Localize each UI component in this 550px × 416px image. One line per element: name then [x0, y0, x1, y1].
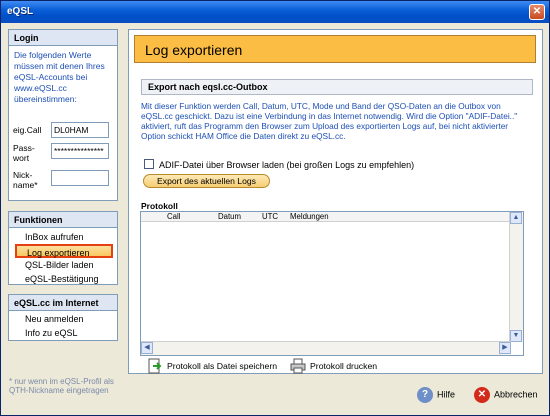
- scroll-up-icon[interactable]: ▲: [510, 212, 522, 224]
- description-text: Mit dieser Funktion werden Call, Datum, …: [141, 101, 518, 141]
- save-protocol-button[interactable]: Protokoll als Datei speichern: [147, 358, 277, 374]
- password-label: Pass-wort: [13, 143, 35, 163]
- col-call[interactable]: Call: [167, 212, 180, 221]
- functions-heading: Funktionen: [9, 212, 117, 228]
- adif-browser-option[interactable]: ADIF-Datei über Browser laden (bei große…: [144, 159, 414, 170]
- internet-panel: eQSL.cc im Internet Neu anmelden Info zu…: [8, 294, 118, 341]
- cancel-icon: ✕: [474, 387, 490, 403]
- col-utc[interactable]: UTC: [262, 212, 278, 221]
- vertical-scrollbar[interactable]: ▲ ▼: [509, 212, 523, 342]
- functions-panel: Funktionen InBox aufrufen Log exportiere…: [8, 211, 118, 285]
- adif-checkbox[interactable]: [144, 159, 154, 169]
- close-window-button[interactable]: ✕: [529, 4, 545, 20]
- cancel-button[interactable]: ✕ Abbrechen: [474, 387, 538, 403]
- print-protocol-button[interactable]: Protokoll drucken: [290, 358, 377, 374]
- protocol-list[interactable]: Call Datum UTC Meldungen ▲ ▼ ◀ ▶: [140, 211, 524, 356]
- help-label: Hilfe: [437, 389, 456, 400]
- print-protocol-label: Protokoll drucken: [310, 361, 378, 371]
- main-panel: Log exportieren Export nach eqsl.cc-Outb…: [128, 29, 543, 374]
- help-button[interactable]: ? Hilfe: [417, 387, 455, 403]
- export-log-button[interactable]: Export des aktuellen Logs: [143, 174, 270, 188]
- login-info-text: Die folgenden Werte müssen mit denen Ihr…: [14, 50, 105, 104]
- login-panel: Login Die folgenden Werte müssen mit den…: [8, 29, 118, 201]
- protocol-columns: Call Datum UTC Meldungen: [141, 212, 509, 222]
- call-input[interactable]: [51, 122, 109, 138]
- scroll-left-icon[interactable]: ◀: [141, 342, 153, 354]
- nav-log-export[interactable]: Log exportieren: [15, 244, 113, 258]
- password-input[interactable]: [51, 143, 109, 159]
- app-window: eQSL ✕ Login Die folgenden Werte müssen …: [0, 0, 550, 416]
- close-icon: ✕: [532, 6, 542, 17]
- save-file-icon: [147, 358, 163, 374]
- nickname-label: Nick-name*: [13, 170, 38, 190]
- login-heading: Login: [9, 30, 117, 46]
- cancel-label: Abbrechen: [494, 389, 538, 400]
- internet-heading: eQSL.cc im Internet: [9, 295, 117, 311]
- window-title: eQSL: [7, 6, 34, 17]
- help-icon: ?: [417, 387, 433, 403]
- col-messages[interactable]: Meldungen: [290, 212, 329, 221]
- scroll-right-icon[interactable]: ▶: [499, 342, 511, 354]
- nav-register[interactable]: Neu anmelden: [9, 312, 117, 326]
- save-protocol-label: Protokoll als Datei speichern: [167, 361, 278, 371]
- horizontal-scrollbar[interactable]: ◀ ▶: [141, 341, 511, 355]
- nickname-input[interactable]: [51, 170, 109, 186]
- nav-inbox[interactable]: InBox aufrufen: [9, 230, 117, 244]
- nav-eqsl-info[interactable]: Info zu eQSL: [9, 326, 117, 340]
- scroll-down-icon[interactable]: ▼: [510, 330, 522, 342]
- col-date[interactable]: Datum: [218, 212, 241, 221]
- nav-eqsl-confirm[interactable]: eQSL-Bestätigung: [9, 272, 117, 286]
- protocol-label: Protokoll: [141, 201, 178, 211]
- title-bar[interactable]: eQSL ✕: [1, 1, 549, 23]
- page-title: Log exportieren: [134, 35, 536, 63]
- adif-checkbox-label: ADIF-Datei über Browser laden (bei große…: [159, 160, 415, 170]
- nav-qsl-images[interactable]: QSL-Bilder laden: [9, 258, 117, 272]
- call-label: eig.Call: [13, 125, 42, 135]
- printer-icon: [290, 358, 306, 374]
- footnote: * nur wenn im eQSL-Profil als QTH-Nickna…: [9, 377, 114, 395]
- section-title: Export nach eqsl.cc-Outbox: [141, 79, 533, 95]
